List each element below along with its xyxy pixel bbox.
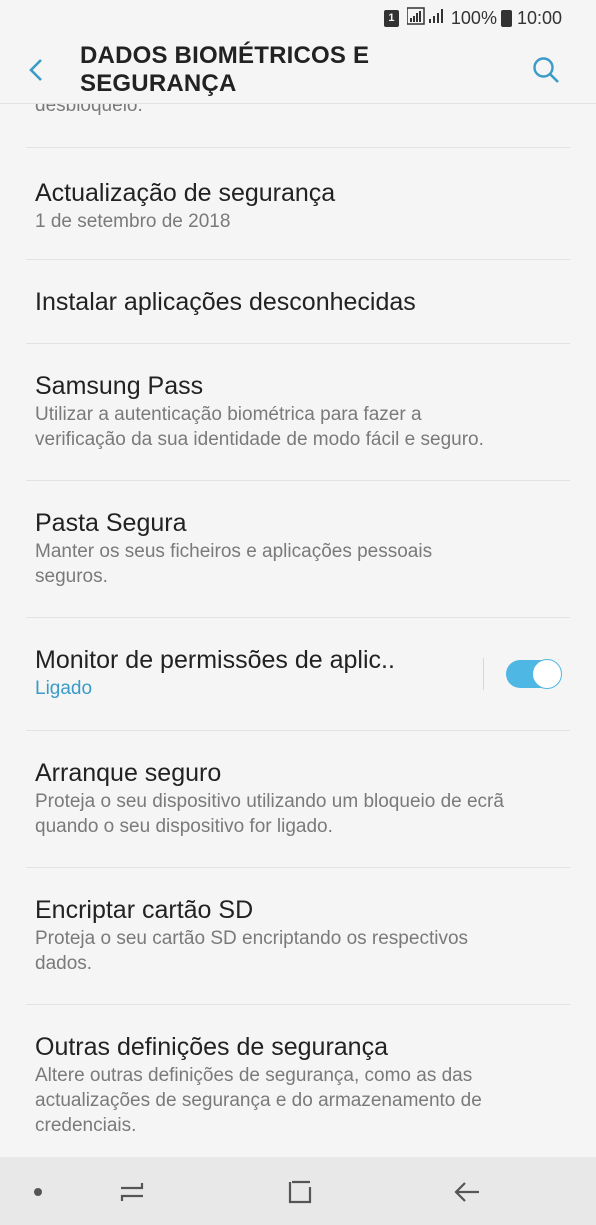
list-item-samsung-pass[interactable]: Samsung Pass Utilizar a autenticação bio…	[26, 344, 570, 481]
list-item-other-security-settings[interactable]: Outras definições de segurança Altere ou…	[26, 1005, 570, 1159]
toggle-container	[483, 658, 562, 690]
item-title: Pasta Segura	[35, 509, 187, 537]
item-title: Samsung Pass	[35, 372, 204, 400]
search-icon[interactable]	[532, 56, 562, 84]
partial-list-item[interactable]: desbloqueio.	[26, 104, 570, 148]
settings-list: desbloqueio. Actualização de segurança 1…	[0, 104, 596, 1159]
item-title: Encriptar cartão SD	[35, 896, 254, 924]
list-item-install-unknown-apps[interactable]: Instalar aplicações desconhecidas	[26, 260, 570, 344]
page-title: DADOS BIOMÉTRICOS E SEGURANÇA	[80, 41, 370, 97]
clock: 10:00	[516, 7, 562, 28]
item-title: Outras definições de segurança	[35, 1033, 388, 1061]
item-subtitle-line: Manter os seus ficheiros e aplicações pe…	[35, 541, 433, 562]
item-subtitle-line: Utilizar a autenticação biométrica para …	[35, 404, 422, 425]
list-item-encrypt-sd-card[interactable]: Encriptar cartão SD Proteja o seu cartão…	[26, 868, 570, 1005]
navigation-bar	[0, 1157, 596, 1225]
item-subtitle-line: Altere outras definições de segurança, c…	[35, 1065, 473, 1086]
item-subtitle-line: dados.	[35, 953, 93, 974]
item-subtitle: 1 de setembro de 2018	[35, 211, 231, 232]
list-item-secure-startup[interactable]: Arranque seguro Proteja o seu dispositiv…	[26, 731, 570, 868]
status-bar: 1 100% 10:00	[0, 0, 596, 36]
item-subtitle-line: verificação da sua identidade de modo fá…	[35, 429, 484, 450]
permission-monitor-toggle[interactable]	[506, 659, 562, 689]
item-title: Instalar aplicações desconhecidas	[35, 288, 416, 316]
signal-icon	[406, 6, 445, 30]
recent-apps-icon[interactable]	[115, 1177, 149, 1207]
item-subtitle-line: quando o seu dispositivo for ligado.	[35, 816, 333, 837]
partial-item-subtitle: desbloqueio.	[35, 104, 143, 116]
item-subtitle-line: Proteja o seu cartão SD encriptando os r…	[35, 928, 469, 949]
dot-icon[interactable]	[33, 1187, 43, 1197]
toggle-knob	[532, 659, 562, 689]
item-subtitle-line: credenciais.	[35, 1115, 137, 1136]
home-icon[interactable]	[283, 1177, 317, 1207]
divider	[483, 658, 484, 690]
list-item-secure-folder[interactable]: Pasta Segura Manter os seus ficheiros e …	[26, 481, 570, 618]
app-bar: DADOS BIOMÉTRICOS E SEGURANÇA	[0, 36, 596, 104]
chevron-left-icon[interactable]	[26, 57, 58, 83]
list-item-security-update[interactable]: Actualização de segurança 1 de setembro …	[26, 148, 570, 260]
item-title: Actualização de segurança	[35, 179, 336, 207]
list-item-app-permission-monitor[interactable]: Monitor de permissões de aplic.. Ligado	[26, 618, 570, 731]
item-subtitle-line: seguros.	[35, 566, 108, 587]
item-subtitle-line: actualizações de segurança e do armazena…	[35, 1090, 482, 1111]
item-subtitle-line: Proteja o seu dispositivo utilizando um …	[35, 791, 504, 812]
battery-icon	[500, 9, 512, 27]
battery-percent: 100%	[450, 7, 497, 28]
back-arrow-icon[interactable]	[450, 1177, 484, 1207]
sim-icon: 1	[383, 9, 399, 27]
item-title: Arranque seguro	[35, 759, 222, 787]
